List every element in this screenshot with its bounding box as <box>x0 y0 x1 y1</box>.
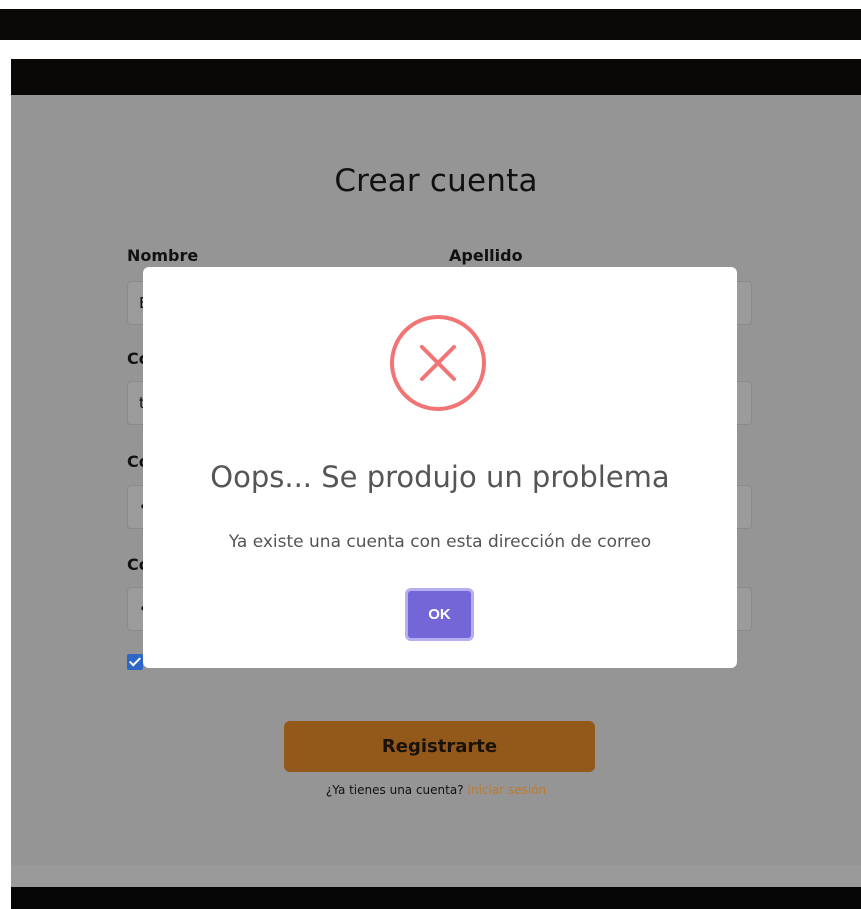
footer-strip <box>11 865 861 887</box>
login-prompt-text: ¿Ya tienes una cuenta? <box>325 783 464 797</box>
error-modal: Oops... Se produjo un problema Ya existe… <box>143 267 737 668</box>
site-footer <box>11 887 861 909</box>
apellido-label: Apellido <box>449 246 523 265</box>
modal-title: Oops... Se produjo un problema <box>210 460 670 494</box>
register-button[interactable]: Registrarte <box>284 721 595 772</box>
login-link[interactable]: Iniciar sesión <box>467 783 546 797</box>
browser-top-bar <box>0 9 861 40</box>
nombre-label: Nombre <box>127 246 199 265</box>
modal-message: Ya existe una cuenta con esta dirección … <box>228 532 652 552</box>
login-prompt-line: ¿Ya tienes una cuenta? Iniciar sesión <box>11 783 861 797</box>
page-title: Crear cuenta <box>334 163 538 199</box>
ok-button[interactable]: OK <box>405 588 474 641</box>
terms-checkbox[interactable] <box>127 654 143 670</box>
error-x-icon <box>389 314 487 412</box>
site-header <box>11 59 861 95</box>
